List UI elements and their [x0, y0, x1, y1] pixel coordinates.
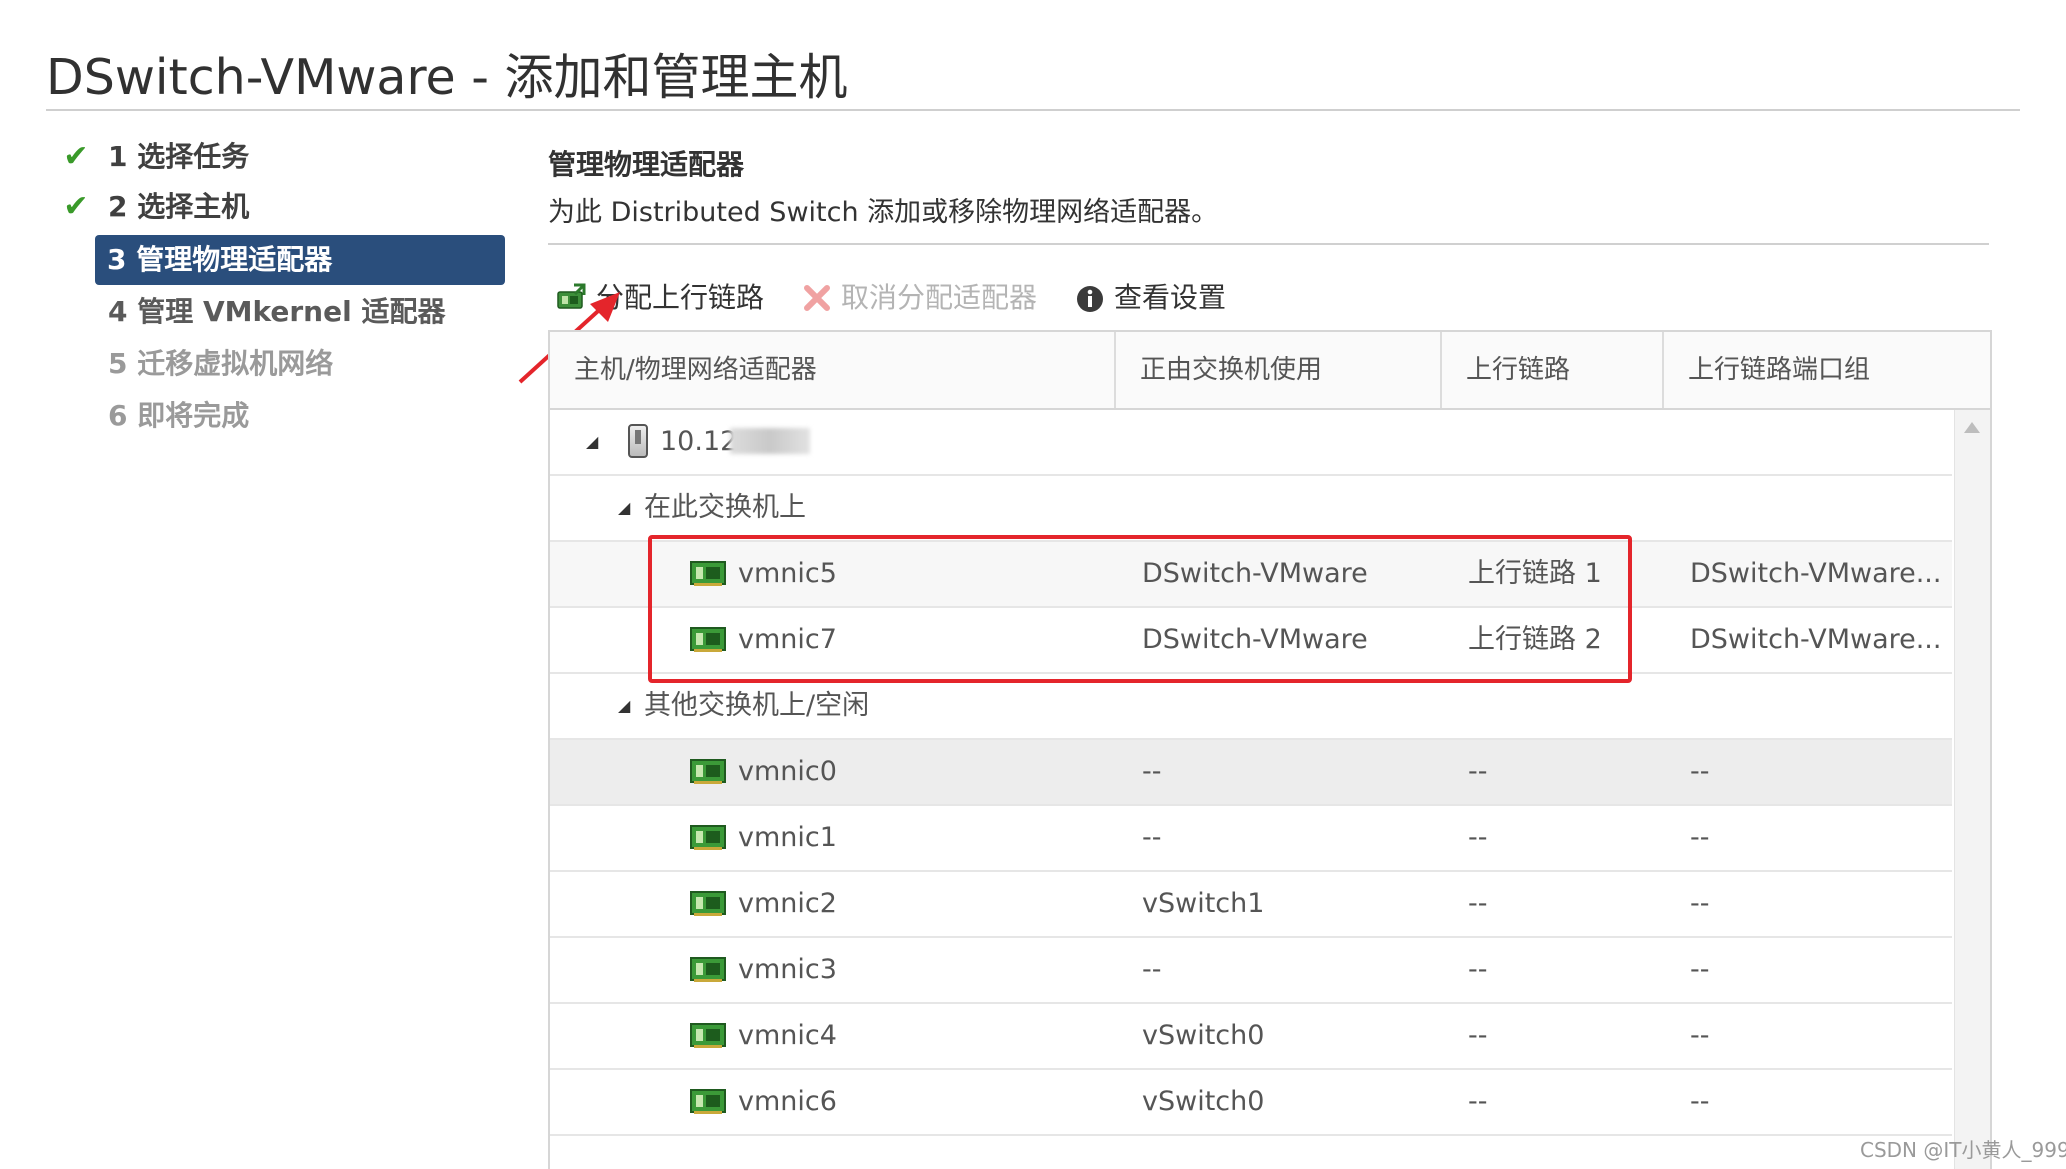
unassign-adapter-label: 取消分配适配器: [841, 281, 1038, 314]
wizard-step-6: 6 即将完成: [60, 394, 510, 438]
in-use-by: --: [1142, 954, 1162, 985]
table-row[interactable]: vmnic3 -- -- --: [550, 938, 1952, 1004]
wizard-step-5: 5 迁移虚拟机网络: [60, 342, 510, 386]
wizard-step-3[interactable]: 3 管理物理适配器: [95, 235, 505, 285]
adapter-name: vmnic2: [738, 888, 837, 919]
network-adapter-icon: [690, 627, 726, 652]
uplink-portgroup: DSwitch-VMware...: [1690, 558, 1942, 589]
uplink-portgroup: --: [1690, 756, 1710, 787]
title-divider: [46, 109, 2020, 111]
host-icon: [628, 424, 648, 458]
collapse-triangle-icon[interactable]: ◢: [586, 410, 598, 474]
in-use-by: DSwitch-VMware: [1142, 558, 1368, 589]
uplink-portgroup: --: [1690, 1086, 1710, 1117]
dialog-title: DSwitch-VMware - 添加和管理主机: [46, 49, 848, 106]
network-adapter-icon: [690, 561, 726, 586]
uplink-portgroup: --: [1690, 822, 1710, 853]
table-row[interactable]: vmnic0 -- -- --: [550, 740, 1952, 806]
column-header-adapter[interactable]: 主机/物理网络适配器: [550, 332, 1116, 408]
grid-scrollbar[interactable]: [1954, 410, 1990, 1169]
check-icon: ✔: [63, 189, 89, 224]
section-divider: [548, 243, 1989, 245]
network-adapter-icon: [690, 825, 726, 850]
in-use-by: vSwitch0: [1142, 1020, 1265, 1051]
uplink: --: [1468, 954, 1488, 985]
in-use-by: vSwitch0: [1142, 1086, 1265, 1117]
toolbar: 分配上行链路 取消分配适配器 查看设置: [556, 275, 1956, 321]
group-row-on-switch[interactable]: ◢ 在此交换机上: [550, 476, 1952, 542]
wizard-step-label: 3 管理物理适配器: [107, 243, 333, 276]
uplink: --: [1468, 888, 1488, 919]
network-adapter-icon: [690, 891, 726, 916]
close-icon: [804, 285, 830, 311]
collapse-triangle-icon[interactable]: ◢: [618, 476, 630, 540]
host-name: 10.12: [660, 426, 738, 457]
adapter-name: vmnic0: [738, 756, 837, 787]
in-use-by: vSwitch1: [1142, 888, 1265, 919]
adapter-name: vmnic3: [738, 954, 837, 985]
uplink-portgroup: --: [1690, 888, 1710, 919]
uplink: --: [1468, 756, 1488, 787]
adapter-name: vmnic7: [738, 624, 837, 655]
in-use-by: --: [1142, 822, 1162, 853]
column-header-uplink-portgroup[interactable]: 上行链路端口组: [1664, 332, 1990, 408]
column-header-in-use-by[interactable]: 正由交换机使用: [1116, 332, 1442, 408]
section-title: 管理物理适配器: [548, 148, 745, 181]
table-row[interactable]: vmnic4 vSwitch0 -- --: [550, 1004, 1952, 1070]
redacted-ip-blur: [730, 428, 810, 454]
uplink: --: [1468, 1086, 1488, 1117]
table-row[interactable]: vmnic1 -- -- --: [550, 806, 1952, 872]
unassign-adapter-button: 取消分配适配器: [801, 275, 1101, 321]
column-header-uplink[interactable]: 上行链路: [1442, 332, 1664, 408]
wizard-step-label: 5 迁移虚拟机网络: [108, 347, 334, 380]
section-description: 为此 Distributed Switch 添加或移除物理网络适配器。: [548, 197, 1219, 228]
wizard-step-2[interactable]: ✔ 2 选择主机: [60, 185, 510, 229]
table-row[interactable]: vmnic6 vSwitch0 -- --: [550, 1070, 1952, 1136]
uplink-portgroup: DSwitch-VMware...: [1690, 624, 1942, 655]
network-adapter-icon: [690, 1089, 726, 1114]
uplink: 上行链路 2: [1468, 624, 1602, 655]
table-row[interactable]: vmnic2 vSwitch1 -- --: [550, 872, 1952, 938]
group-label: 在此交换机上: [644, 492, 806, 523]
wizard-step-label: 4 管理 VMkernel 适配器: [108, 295, 446, 328]
grid-header: 主机/物理网络适配器 正由交换机使用 上行链路 上行链路端口组: [550, 332, 1990, 410]
wizard-step-label: 1 选择任务: [108, 140, 250, 173]
adapter-name: vmnic6: [738, 1086, 837, 1117]
uplink: 上行链路 1: [1468, 558, 1602, 589]
table-row[interactable]: vmnic5 DSwitch-VMware 上行链路 1 DSwitch-VMw…: [550, 542, 1952, 608]
adapter-name: vmnic1: [738, 822, 837, 853]
adapter-name: vmnic5: [738, 558, 837, 589]
group-label: 其他交换机上/空闲: [644, 690, 870, 721]
in-use-by: --: [1142, 756, 1162, 787]
uplink-portgroup: --: [1690, 954, 1710, 985]
uplink: --: [1468, 822, 1488, 853]
network-adapter-icon: [690, 957, 726, 982]
wizard-step-label: 2 选择主机: [108, 190, 250, 223]
wizard-step-1[interactable]: ✔ 1 选择任务: [60, 135, 510, 179]
host-row[interactable]: ◢ 10.12: [550, 410, 1952, 476]
adapter-name: vmnic4: [738, 1020, 837, 1051]
collapse-triangle-icon[interactable]: ◢: [618, 674, 630, 738]
network-adapter-icon: [690, 759, 726, 784]
uplink-portgroup: --: [1690, 1020, 1710, 1051]
uplink: --: [1468, 1020, 1488, 1051]
view-settings-button[interactable]: 查看设置: [1074, 275, 1274, 321]
adapters-grid: 主机/物理网络适配器 正由交换机使用 上行链路 上行链路端口组 ◢ 10.12 …: [548, 330, 1992, 1169]
table-row[interactable]: vmnic7 DSwitch-VMware 上行链路 2 DSwitch-VMw…: [550, 608, 1952, 674]
in-use-by: DSwitch-VMware: [1142, 624, 1368, 655]
network-adapter-icon: [690, 1023, 726, 1048]
group-row-other[interactable]: ◢ 其他交换机上/空闲: [550, 674, 1952, 740]
watermark: CSDN @IT小黄人_999: [1860, 1138, 2066, 1162]
wizard-step-4[interactable]: 4 管理 VMkernel 适配器: [60, 290, 510, 334]
wizard-step-label: 6 即将完成: [108, 399, 250, 432]
view-settings-label: 查看设置: [1114, 281, 1227, 314]
info-icon: [1077, 286, 1103, 312]
check-icon: ✔: [63, 139, 89, 174]
scroll-up-arrow-icon[interactable]: [1964, 422, 1980, 433]
